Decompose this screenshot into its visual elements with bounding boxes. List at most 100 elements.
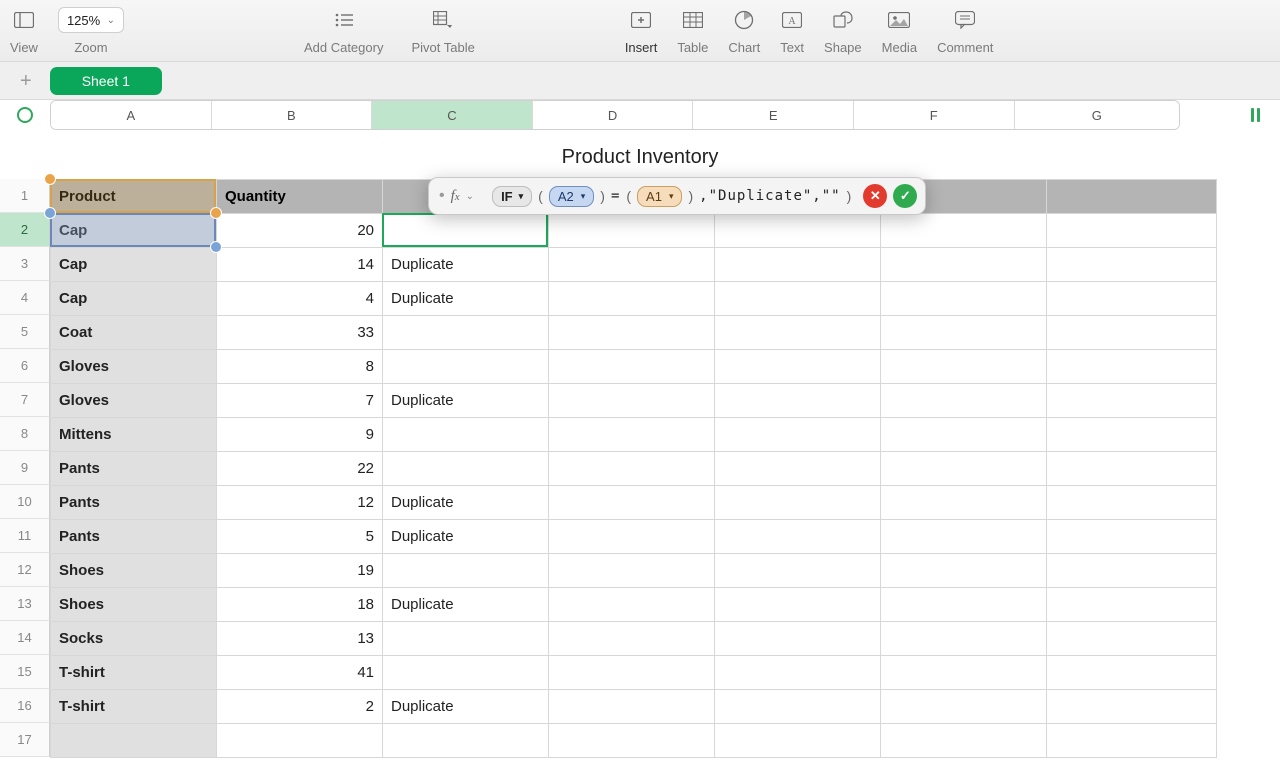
cell-product[interactable]: T-shirt xyxy=(51,656,217,690)
cell[interactable] xyxy=(715,384,881,418)
cell-qty[interactable]: 20 xyxy=(217,214,383,248)
cell[interactable] xyxy=(383,724,549,758)
cell[interactable] xyxy=(715,452,881,486)
cell[interactable] xyxy=(715,282,881,316)
cell[interactable] xyxy=(1047,622,1217,656)
sidebar-toggle-icon[interactable] xyxy=(13,9,35,31)
cell[interactable] xyxy=(715,350,881,384)
cell-product[interactable]: T-shirt xyxy=(51,690,217,724)
cell[interactable] xyxy=(1047,452,1217,486)
row-hdr-2[interactable]: 2 xyxy=(0,213,50,247)
cell-dup[interactable] xyxy=(383,622,549,656)
cell[interactable] xyxy=(881,282,1047,316)
cell[interactable] xyxy=(549,282,715,316)
cell[interactable] xyxy=(1047,248,1217,282)
formula-token-ref-a2[interactable]: A2 xyxy=(549,186,594,207)
cell-qty[interactable]: 12 xyxy=(217,486,383,520)
cell-product[interactable]: Mittens xyxy=(51,418,217,452)
cell[interactable] xyxy=(549,350,715,384)
cell[interactable] xyxy=(549,384,715,418)
cell[interactable] xyxy=(1047,214,1217,248)
cell[interactable] xyxy=(51,724,217,758)
cell-dup[interactable] xyxy=(383,418,549,452)
table-icon[interactable] xyxy=(682,9,704,31)
formula-token-if[interactable]: IF xyxy=(492,186,532,207)
col-header-G[interactable]: G xyxy=(1015,101,1179,129)
cell-dup[interactable] xyxy=(383,656,549,690)
cell-qty[interactable]: 18 xyxy=(217,588,383,622)
cell[interactable] xyxy=(881,384,1047,418)
pivot-icon[interactable] xyxy=(432,9,454,31)
row-hdr-1[interactable]: 1 xyxy=(0,179,50,213)
cell[interactable] xyxy=(715,554,881,588)
cell[interactable] xyxy=(881,724,1047,758)
cell-dup[interactable]: Duplicate xyxy=(383,282,549,316)
cell-qty[interactable]: 41 xyxy=(217,656,383,690)
cell[interactable] xyxy=(1047,486,1217,520)
cell[interactable] xyxy=(549,452,715,486)
cell[interactable] xyxy=(715,316,881,350)
cell-product[interactable]: Cap xyxy=(51,214,217,248)
col-header-E[interactable]: E xyxy=(693,101,854,129)
row-hdr-17[interactable]: 17 xyxy=(0,723,50,757)
cell-qty[interactable]: 19 xyxy=(217,554,383,588)
cell[interactable] xyxy=(1047,690,1217,724)
cell[interactable] xyxy=(881,520,1047,554)
cell[interactable] xyxy=(549,724,715,758)
cell-product[interactable]: Pants xyxy=(51,452,217,486)
cell[interactable] xyxy=(549,248,715,282)
cell[interactable] xyxy=(549,214,715,248)
cell[interactable] xyxy=(1047,384,1217,418)
cell-dup[interactable] xyxy=(383,316,549,350)
header-quantity[interactable]: Quantity xyxy=(217,180,383,214)
cell[interactable] xyxy=(715,656,881,690)
cell[interactable] xyxy=(1047,588,1217,622)
cell-product[interactable]: Cap xyxy=(51,282,217,316)
cell[interactable] xyxy=(881,350,1047,384)
cell-dup[interactable] xyxy=(383,214,549,248)
row-hdr-6[interactable]: 6 xyxy=(0,349,50,383)
sheet-tab-active[interactable]: Sheet 1 xyxy=(50,67,162,95)
table-handle-ring-icon[interactable] xyxy=(17,107,33,123)
cell-qty[interactable]: 2 xyxy=(217,690,383,724)
cell-qty[interactable]: 22 xyxy=(217,452,383,486)
cell-dup[interactable]: Duplicate xyxy=(383,384,549,418)
cell[interactable] xyxy=(715,724,881,758)
col-header-D[interactable]: D xyxy=(533,101,694,129)
row-hdr-16[interactable]: 16 xyxy=(0,689,50,723)
cell[interactable] xyxy=(881,656,1047,690)
cell-dup[interactable] xyxy=(383,452,549,486)
cell[interactable] xyxy=(715,588,881,622)
comment-icon[interactable] xyxy=(954,9,976,31)
cell[interactable] xyxy=(715,520,881,554)
cell[interactable] xyxy=(1047,724,1217,758)
cell[interactable] xyxy=(1047,180,1217,214)
cell[interactable] xyxy=(715,690,881,724)
cell[interactable] xyxy=(1047,282,1217,316)
cell[interactable] xyxy=(549,316,715,350)
cell-dup[interactable]: Duplicate xyxy=(383,690,549,724)
list-icon[interactable] xyxy=(333,9,355,31)
cell[interactable] xyxy=(549,656,715,690)
cell-qty[interactable]: 5 xyxy=(217,520,383,554)
row-hdr-10[interactable]: 10 xyxy=(0,485,50,519)
cell-product[interactable]: Shoes xyxy=(51,554,217,588)
cell[interactable] xyxy=(1047,316,1217,350)
cell-dup[interactable]: Duplicate xyxy=(383,248,549,282)
row-hdr-8[interactable]: 8 xyxy=(0,417,50,451)
row-hdr-7[interactable]: 7 xyxy=(0,383,50,417)
row-hdr-12[interactable]: 12 xyxy=(0,553,50,587)
cell-product[interactable]: Socks xyxy=(51,622,217,656)
fx-icon[interactable]: fx xyxy=(451,188,460,205)
cell[interactable] xyxy=(549,554,715,588)
row-hdr-13[interactable]: 13 xyxy=(0,587,50,621)
cell-qty[interactable]: 13 xyxy=(217,622,383,656)
row-hdr-14[interactable]: 14 xyxy=(0,621,50,655)
cell-dup[interactable]: Duplicate xyxy=(383,486,549,520)
formula-tail[interactable]: ,"Duplicate","" xyxy=(699,188,840,204)
cell-product[interactable]: Cap xyxy=(51,248,217,282)
cell[interactable] xyxy=(1047,520,1217,554)
col-header-A[interactable]: A xyxy=(51,101,212,129)
add-sheet-button[interactable]: + xyxy=(20,71,32,91)
cell[interactable] xyxy=(881,316,1047,350)
